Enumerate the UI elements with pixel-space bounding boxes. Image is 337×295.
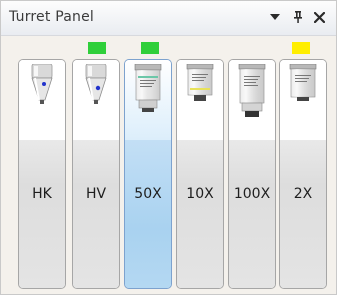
position-indicator-50x — [141, 42, 159, 54]
turret-slot-50x[interactable]: 50X — [124, 59, 172, 289]
turret-slot-2x[interactable]: 2X — [279, 59, 327, 289]
turret-slots: HK HV 50X 10X 100X 2X — [1, 35, 336, 294]
pin-icon[interactable] — [289, 8, 307, 26]
close-icon[interactable] — [310, 8, 328, 26]
objective-lens-icon — [125, 64, 171, 114]
turret-slot-hv[interactable]: HV — [72, 59, 120, 289]
slot-label-100x: 100X — [233, 186, 271, 202]
turret-slot-10x[interactable]: 10X — [176, 59, 224, 289]
slot-label-10x: 10X — [186, 186, 214, 202]
objective-lens-icon — [229, 64, 275, 120]
objective-lens-icon — [177, 64, 223, 106]
panel-title: Turret Panel — [9, 9, 94, 25]
slot-label-hv: HV — [85, 186, 107, 202]
slot-label-50x: 50X — [134, 186, 162, 202]
turret-slot-hk[interactable]: HK — [18, 59, 66, 289]
dropdown-arrow-icon[interactable] — [266, 8, 284, 26]
turret-slot-100x[interactable]: 100X — [228, 59, 276, 289]
turret-panel: Turret Panel HK HV 50X 10X 100X 2X — [0, 0, 337, 295]
slot-label-2x: 2X — [293, 186, 313, 202]
position-indicator-2x — [292, 42, 310, 54]
position-indicator-hv — [88, 42, 106, 54]
indenter-icon — [19, 64, 65, 106]
objective-lens-icon — [280, 64, 326, 102]
panel-titlebar: Turret Panel — [1, 1, 336, 36]
indenter-icon — [73, 64, 119, 106]
slot-label-hk: HK — [32, 186, 52, 202]
